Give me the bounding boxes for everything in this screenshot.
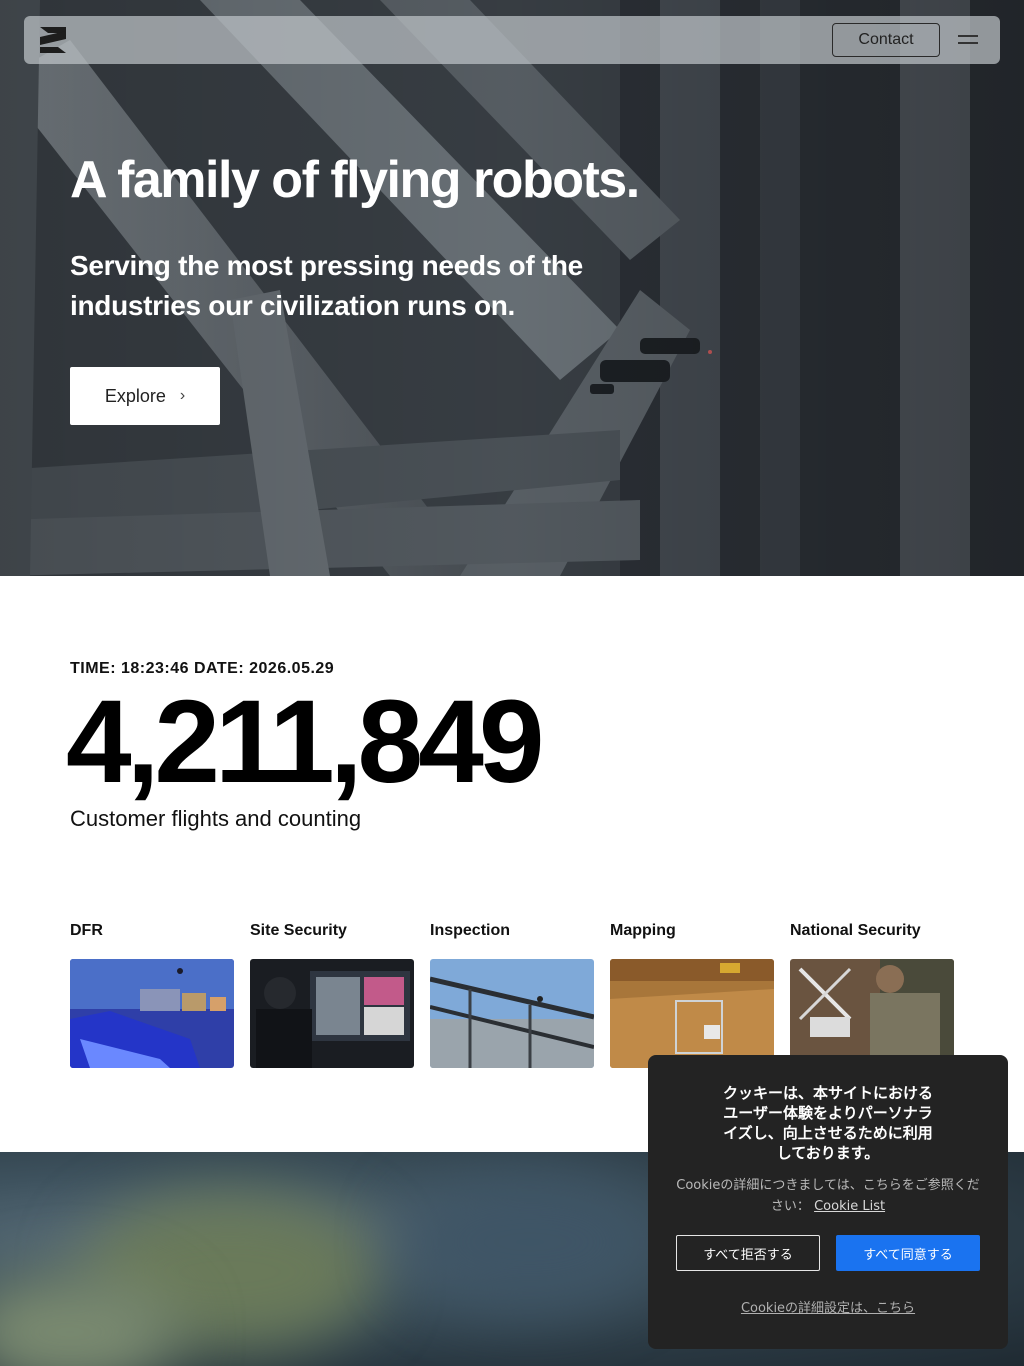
cookie-list-link[interactable]: Cookie List	[814, 1199, 885, 1214]
cookie-description: Cookieの詳細につきましては、こちらをご参照ください： Cookie Lis…	[672, 1175, 984, 1217]
contact-button[interactable]: Contact	[832, 23, 940, 57]
category-card-site-security[interactable]: Site Security	[250, 922, 414, 1068]
top-navigation-bar: Contact	[24, 16, 1000, 64]
category-card-mapping[interactable]: Mapping	[610, 922, 774, 1068]
category-card-national-security[interactable]: National Security	[790, 922, 954, 1068]
explore-button[interactable]: Explore ›	[70, 367, 220, 425]
hero-section: Contact A family of flying robots. Servi…	[0, 0, 1024, 576]
flight-counter-label: Customer flights and counting	[70, 806, 362, 831]
cookie-settings-link[interactable]: Cookieの詳細設定は、こちら	[648, 1297, 1008, 1316]
category-label: National Security	[790, 922, 921, 939]
explore-button-label: Explore	[104, 385, 166, 406]
category-card-dfr[interactable]: DFR	[70, 922, 234, 1068]
category-card-inspection[interactable]: Inspection	[430, 922, 594, 1068]
category-label: Mapping	[610, 922, 676, 939]
site-security-category-image[interactable]	[250, 959, 414, 1068]
reject-all-button[interactable]: すべて拒否する	[676, 1235, 820, 1271]
category-label: Site Security	[250, 922, 347, 939]
category-label: DFR	[70, 922, 103, 939]
mapping-category-image[interactable]	[610, 959, 774, 1068]
brand-logo-icon[interactable]	[40, 27, 66, 53]
category-label: Inspection	[430, 922, 511, 939]
hero-subtitle: Serving the most pressing needs of the i…	[70, 250, 583, 321]
flight-counter: 4,211,849	[66, 676, 544, 808]
dfr-category-image[interactable]	[70, 959, 234, 1068]
hero-title: A family of flying robots.	[70, 151, 640, 209]
accept-all-button[interactable]: すべて同意する	[836, 1235, 980, 1271]
cookie-consent-banner: クッキーは、本サイトにおけるユーザー体験をよりパーソナライズし、向上させるために…	[648, 1055, 1008, 1349]
inspection-category-image[interactable]	[430, 959, 594, 1068]
hamburger-menu-icon[interactable]	[958, 32, 978, 48]
cookie-title: クッキーは、本サイトにおけるユーザー体験をよりパーソナライズし、向上させるために…	[722, 1084, 933, 1162]
chevron-right-icon: ›	[179, 387, 186, 404]
national-security-category-image[interactable]	[790, 959, 954, 1068]
